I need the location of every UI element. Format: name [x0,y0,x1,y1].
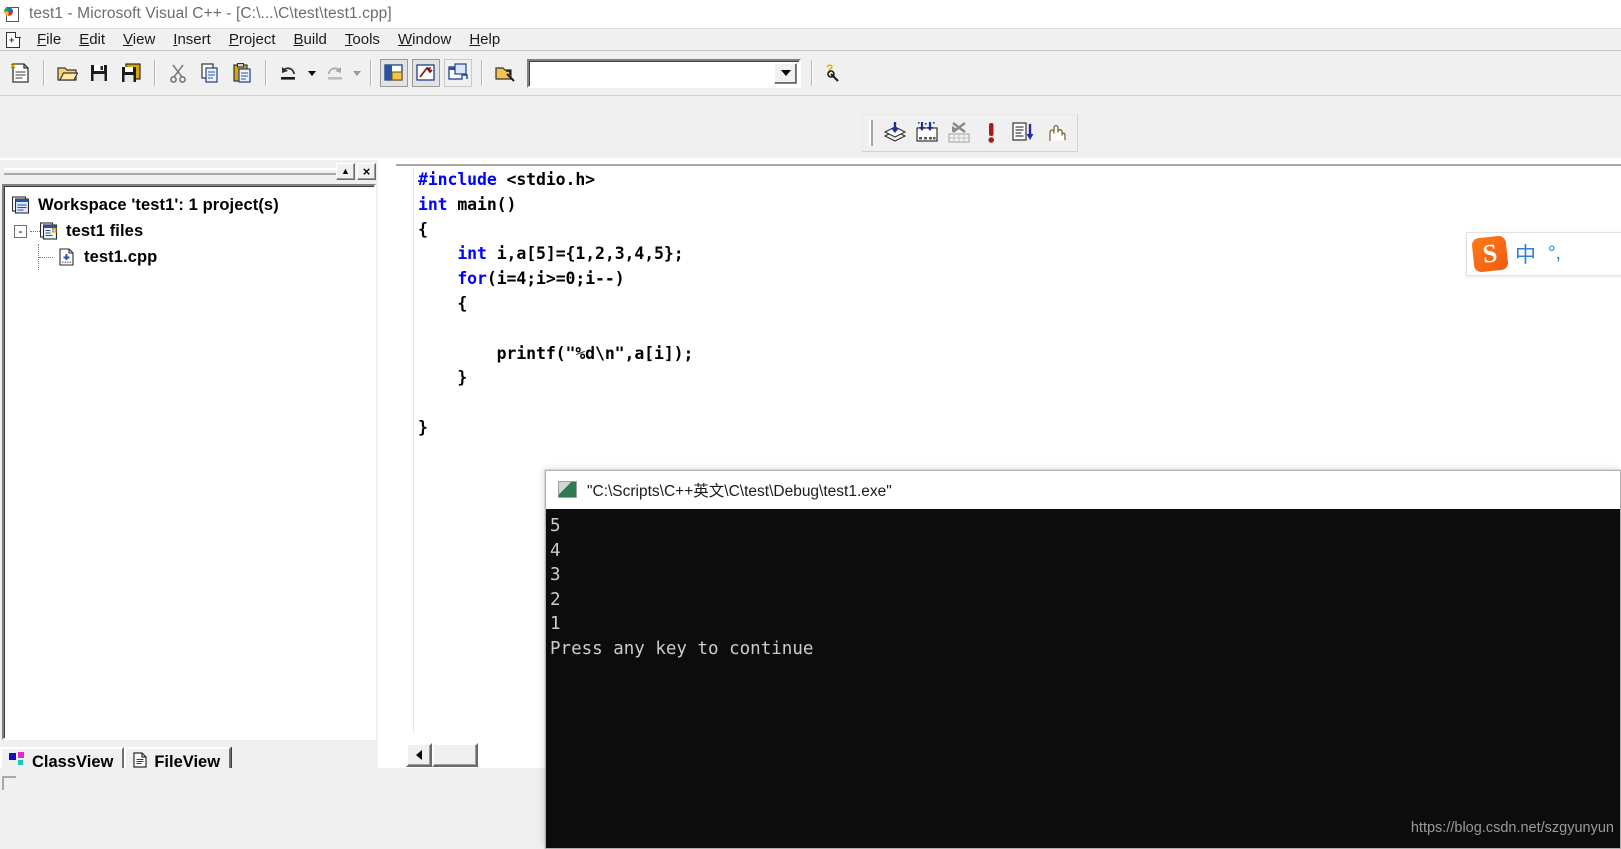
open-icon[interactable] [53,59,81,87]
ime-language-mode-button[interactable]: 中 [1515,239,1536,269]
editor-horizontal-scrollbar[interactable] [406,742,480,768]
workspace-panel: ▲ × Workspace 'test1': 1 project(s) - te… [0,160,378,775]
arrow-left-icon[interactable] [406,743,432,767]
sogou-ime-toolbar[interactable]: S 中 °, [1466,232,1621,276]
compile-icon[interactable] [881,119,909,147]
workspace-caption-bar: ▲ × [0,160,378,182]
find-help-icon[interactable]: ? [821,59,849,87]
close-icon: × [362,163,371,179]
menu-item-help[interactable]: Help [460,30,509,49]
project-icon [39,222,60,240]
find-combo[interactable] [527,58,801,88]
close-panel-button[interactable]: × [357,162,376,180]
menu-bar: + File Edit View Insert Project Build To… [0,28,1621,51]
tree-item-file[interactable]: test1.cpp [4,244,374,270]
chevron-down-icon[interactable] [774,62,797,84]
menu-item-insert[interactable]: Insert [164,30,220,49]
sogou-logo-letter: S [1481,238,1499,269]
copy-icon[interactable] [196,59,224,87]
window-title: test1 - Microsoft Visual C++ - [C:\...\C… [29,5,392,22]
console-title-text: "C:\Scripts\C++英文\C\test\Debug\test1.exe… [587,482,892,500]
insert-breakpoint-icon[interactable] [1041,119,1069,147]
undo-icon[interactable] [275,59,303,87]
build-icon[interactable] [913,119,941,147]
save-all-icon[interactable] [117,59,145,87]
scrollbar-thumb[interactable] [432,743,478,767]
ime-punctuation-mode-button[interactable]: °, [1548,243,1561,265]
vcpp-document-icon [4,6,21,23]
output-window-icon[interactable] [412,59,440,87]
toolbar-drag-handle[interactable] [869,120,873,146]
cut-icon[interactable] [164,59,192,87]
expander-glyph: - [18,224,23,238]
tree-item-label: Workspace 'test1': 1 project(s) [38,195,279,214]
save-icon[interactable] [85,59,113,87]
collapse-expander-icon[interactable]: - [14,224,27,238]
watermark-text: https://blog.csdn.net/szgyunyun [1410,820,1614,836]
build-toolbar [0,96,1621,158]
title-bar: test1 - Microsoft Visual C++ - [C:\...\C… [0,0,1621,28]
tree-item-label: test1.cpp [84,247,158,266]
menu-item-edit[interactable]: Edit [70,30,114,49]
console-title-bar[interactable]: "C:\Scripts\C++英文\C\test\Debug\test1.exe… [546,471,1620,509]
menu-item-build[interactable]: Build [285,30,336,49]
window-list-icon[interactable] [444,59,472,87]
status-resize-grip [2,776,16,790]
find-in-files-icon[interactable] [491,59,519,87]
visual-cpp-window: test1 - Microsoft Visual C++ - [C:\...\C… [0,0,1621,849]
panel-grip [4,167,336,175]
workspace-window-icon[interactable] [380,59,408,87]
redo-icon[interactable] [320,59,348,87]
minimize-panel-button[interactable]: ▲ [336,162,355,180]
tree-item-label: test1 files [66,221,144,240]
standard-toolbar: ? [0,51,1621,96]
fileview-tree[interactable]: Workspace 'test1': 1 project(s) - test1 … [2,184,376,740]
menu-item-file[interactable]: File [28,30,70,49]
menu-item-project[interactable]: Project [220,30,285,49]
sogou-logo-icon[interactable]: S [1471,235,1509,273]
workspace-icon [11,196,32,214]
menu-item-window[interactable]: Window [389,30,460,49]
menu-item-view[interactable]: View [114,30,164,49]
undo-dropdown-icon[interactable] [305,60,318,86]
cpp-file-icon [58,248,78,266]
editor-top-border [396,160,1621,166]
stop-build-icon[interactable] [945,119,973,147]
redo-dropdown-icon[interactable] [350,60,363,86]
new-text-file-icon[interactable] [6,59,34,87]
console-window-icon [558,481,577,498]
tree-item-workspace[interactable]: Workspace 'test1': 1 project(s) [4,192,374,218]
editor-gutter[interactable] [398,168,414,732]
minimize-panel-icon: ▲ [341,165,350,176]
console-output[interactable]: 5 4 3 2 1 Press any key to continue [546,509,1620,848]
menu-item-tools[interactable]: Tools [336,30,389,49]
mdi-child-document-icon: + [6,31,22,48]
console-window[interactable]: "C:\Scripts\C++英文\C\test\Debug\test1.exe… [545,470,1621,849]
tree-item-project[interactable]: - test1 files [4,218,374,244]
find-input[interactable] [529,60,774,86]
paste-icon[interactable] [228,59,256,87]
execute-program-icon[interactable] [977,119,1005,147]
go-debug-icon[interactable] [1009,119,1037,147]
